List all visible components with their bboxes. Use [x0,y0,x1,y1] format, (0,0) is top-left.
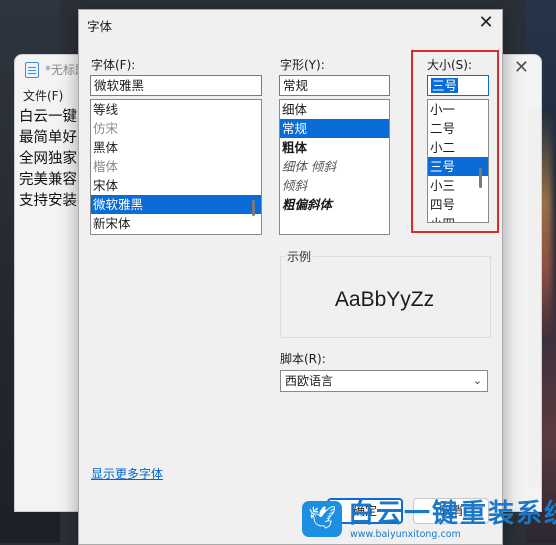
list-item[interactable]: 常规 [280,119,389,138]
watermark-url: www.baiyunxitong.com [350,529,461,540]
close-icon[interactable]: ✕ [476,12,496,34]
text-line: 支持安装 [19,193,77,209]
text-line: 完美兼容 [19,172,77,188]
list-item[interactable]: 仿宋 [91,119,261,138]
list-item[interactable]: 倾斜 [280,176,389,195]
list-item[interactable]: 等线 [91,100,261,119]
list-item[interactable]: 粗偏斜体 [280,195,389,214]
font-list[interactable]: 等线 仿宋 黑体 楷体 宋体 微软雅黑 新宋体 [90,99,262,235]
sample-label: 示例 [285,248,314,265]
sample-text: AaBbYyZz [334,288,435,311]
list-item[interactable]: 新宋体 [91,214,261,233]
font-label: 字体(F): [91,58,136,72]
list-item[interactable]: 宋体 [91,176,261,195]
text-line: 白云一键 [19,109,77,125]
style-list[interactable]: 细体 常规 粗体 细体 倾斜 倾斜 粗偏斜体 [279,99,390,235]
chevron-down-icon: ⌄ [472,374,482,387]
style-label: 字形(Y): [280,58,325,72]
font-input[interactable]: 微软雅黑 [90,75,262,96]
font-list-scroll-thumb[interactable] [252,200,255,216]
script-select-value: 西欧语言 [285,374,334,388]
notepad-text-area[interactable]: 白云一键 最简单好 全网独家 完美兼容 支持安装 [19,107,79,212]
watermark-name: 白云一键重装系统 [348,499,556,529]
list-item[interactable]: 细体 [280,100,389,119]
bird-logo-icon: 🕊 [302,501,342,537]
list-item[interactable]: 黑体 [91,138,261,157]
style-input[interactable]: 常规 [279,75,390,96]
list-item[interactable]: 楷体 [91,157,261,176]
text-line: 最简单好 [19,130,77,146]
list-item[interactable]: 粗体 [280,138,389,157]
size-highlight-box [411,50,499,233]
menu-file[interactable]: 文件(F) [23,87,63,104]
dialog-title: 字体 [87,19,113,34]
script-select[interactable]: 西欧语言 ⌄ [280,370,488,392]
list-item[interactable]: 细体 倾斜 [280,157,389,176]
list-item[interactable]: 微软雅黑 [91,195,261,214]
show-more-fonts-link[interactable]: 显示更多字体 [91,465,163,482]
close-icon[interactable]: ✕ [514,57,529,78]
script-label: 脚本(R): [280,352,326,366]
text-line: 全网独家 [19,151,77,167]
notepad-icon [25,61,39,78]
watermark: 🕊 白云一键重装系统 www.baiyunxitong.com [302,499,556,540]
notepad-scrollbar[interactable] [529,107,541,487]
